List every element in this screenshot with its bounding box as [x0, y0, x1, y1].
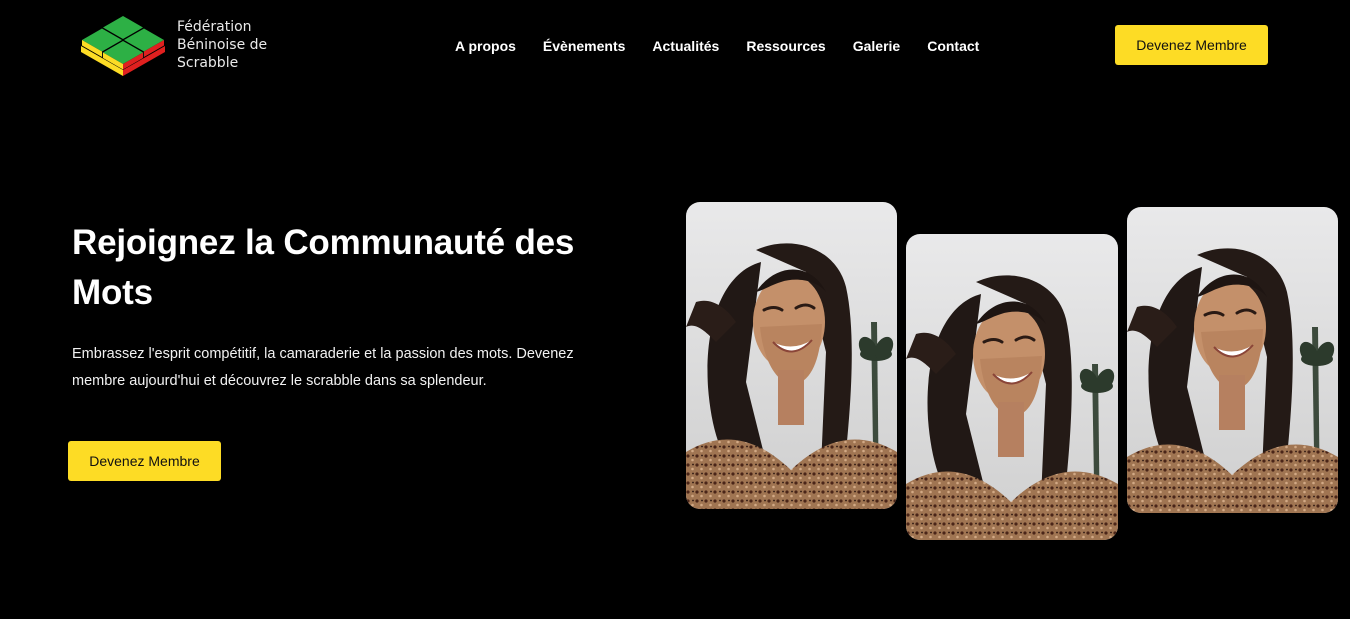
nav-item-a-propos[interactable]: A propos	[455, 37, 516, 55]
gallery-photo-1	[686, 202, 897, 509]
gallery-photo-2	[906, 234, 1118, 540]
nav-item-actualites[interactable]: Actualités	[652, 37, 719, 55]
smiling-woman-photo	[686, 202, 897, 509]
logo-text: Fédération Béninoise de Scrabble	[177, 19, 268, 71]
logo[interactable]: Fédération Béninoise de Scrabble	[80, 14, 277, 76]
gallery-photo-3	[1127, 207, 1338, 513]
nav-item-galerie[interactable]: Galerie	[853, 37, 900, 55]
header-become-member-button[interactable]: Devenez Membre	[1115, 25, 1268, 65]
smiling-woman-photo	[1127, 207, 1338, 513]
scrabble-tiles-logo-icon	[81, 16, 165, 76]
hero-description: Embrassez l'esprit compétitif, la camara…	[72, 346, 574, 389]
hero-become-member-button[interactable]: Devenez Membre	[68, 441, 221, 481]
main-nav: A propos Évènements Actualités Ressource…	[455, 37, 1006, 55]
hero-title: Rejoignez la Communauté des Mots	[72, 223, 575, 312]
nav-item-contact[interactable]: Contact	[927, 37, 979, 55]
site-header: Fédération Béninoise de Scrabble A propo…	[0, 0, 1350, 92]
nav-item-evenements[interactable]: Évènements	[543, 37, 625, 55]
nav-item-ressources[interactable]: Ressources	[746, 37, 825, 55]
smiling-woman-photo	[906, 234, 1118, 540]
